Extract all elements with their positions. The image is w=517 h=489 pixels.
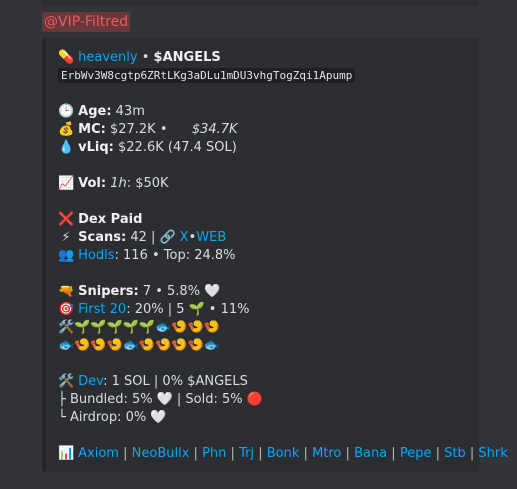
link-separator: |: [230, 446, 235, 461]
link-shrk[interactable]: Shrk: [478, 446, 507, 461]
token-embed: 💊 heavenly • $ANGELS ErbWv3W8cgtp6ZRtLKg…: [42, 38, 508, 472]
snipers-line: 🔫 Snipers: 7 • 5.8% 🤍: [58, 283, 471, 301]
age-label: Age:: [78, 104, 112, 119]
previous-embed-edge: [42, 0, 479, 6]
holder-emoji-row-2: 🐟🍤🍤🍤🐟🍤🍤🍤🍤🐟: [58, 337, 471, 355]
embed-content: 💊 heavenly • $ANGELS ErbWv3W8cgtp6ZRtLKg…: [58, 49, 508, 463]
hodls-line: 👥 Hodls: 116 • Top: 24.8%: [58, 247, 471, 265]
link-separator: |: [303, 446, 308, 461]
first20-link[interactable]: First 20: [78, 302, 126, 317]
mc-dot: •: [159, 122, 168, 137]
token-address[interactable]: ErbWv3W8cgtp6ZRtLKg3aDLu1mDU3vhgTogZqi1A…: [58, 68, 356, 83]
gun-icon: 🔫: [58, 284, 75, 299]
dev-value: : 1 SOL | 0% $ANGELS: [103, 374, 248, 389]
link-separator: |: [123, 446, 128, 461]
holder-emojis: 🛠️🌱🌱🌱🌱🌱🐟🍤🍤🍤: [58, 320, 220, 335]
first20-rest: • 11%: [208, 302, 250, 317]
bundled-text: ├ Bundled: 5%: [58, 392, 153, 407]
link-bonk[interactable]: Bonk: [267, 446, 300, 461]
link-separator: |: [345, 446, 350, 461]
cross-icon: ❌: [58, 212, 75, 227]
sold-text: | Sold: 5%: [176, 392, 243, 407]
people-icon: 👥: [58, 248, 75, 263]
liq-line: 💧 vLiq: $22.6K (47.4 SOL): [58, 139, 471, 157]
airdrop-text: └ Airdrop: 0%: [58, 410, 147, 425]
target-icon: 🎯: [58, 302, 75, 317]
role-mention[interactable]: @VIP-Filtred: [42, 12, 131, 32]
mc-value: $27.2K: [109, 122, 156, 137]
link-phn[interactable]: Phn: [202, 446, 226, 461]
link-stb[interactable]: Stb: [444, 446, 466, 461]
white-heart-icon: 🤍: [156, 392, 173, 407]
vol-value: : $50K: [126, 176, 169, 191]
lightning-icon: ⚡: [61, 230, 71, 245]
link-bana[interactable]: Bana: [354, 446, 387, 461]
liq-label: vLiq:: [78, 140, 114, 155]
link-pepe[interactable]: Pepe: [400, 446, 432, 461]
web-link[interactable]: WEB: [196, 230, 226, 245]
mc-label: MC:: [78, 122, 106, 137]
token-symbol: $ANGELS: [153, 50, 221, 65]
first20-value: : 20% | 5: [126, 302, 185, 317]
holder-emojis: 🐟🍤🍤🍤🐟🍤🍤🍤🍤🐟: [58, 338, 220, 353]
link-separator: |: [391, 446, 396, 461]
link-separator: |: [193, 446, 198, 461]
airdrop-line: └ Airdrop: 0% 🤍: [58, 409, 471, 427]
holder-emoji-row-1: 🛠️🌱🌱🌱🌱🌱🐟🍤🍤🍤: [58, 319, 471, 337]
vol-line: 📈 Vol: 1h: $50K: [58, 175, 471, 193]
link-separator: |: [469, 446, 475, 461]
link-mtro[interactable]: Mtro: [312, 446, 341, 461]
dev-link[interactable]: Dev: [78, 374, 103, 389]
scans-line: ⚡ Scans: 42 | 🔗 X•WEB: [58, 229, 471, 247]
money-bag-icon: 💰: [58, 122, 75, 137]
white-heart-icon: 🤍: [150, 410, 167, 425]
x-link[interactable]: X: [180, 230, 189, 245]
age-value: 43m: [115, 104, 145, 119]
droplet-icon: 💧: [58, 140, 75, 155]
link-neobullx[interactable]: NeoBullx: [132, 446, 190, 461]
token-header: 💊 heavenly • $ANGELS: [58, 49, 471, 67]
header-dot: •: [141, 50, 150, 65]
link-separator: |: [258, 446, 263, 461]
link-separator: |: [435, 446, 440, 461]
sprout-icon: 🌱: [188, 302, 205, 317]
scans-label: Scans:: [78, 230, 127, 245]
link-axiom[interactable]: Axiom: [78, 446, 119, 461]
clock-icon: 🕒: [58, 104, 75, 119]
bundled-line: ├ Bundled: 5% 🤍 | Sold: 5% 🔴: [58, 391, 471, 409]
link-icon: 🔗: [159, 230, 176, 245]
liq-value: $22.6K (47.4 SOL): [118, 140, 237, 155]
tools-icon: 🛠️: [58, 374, 75, 389]
vol-period: 1h: [110, 176, 127, 191]
dev-line: 🛠️ Dev: 1 SOL | 0% $ANGELS: [58, 373, 471, 391]
source-link[interactable]: heavenly: [78, 50, 137, 65]
first20-line: 🎯 First 20: 20% | 5 🌱 • 11%: [58, 301, 471, 319]
mc-line: 💰 MC: $27.2K • $34.7K: [58, 121, 471, 139]
red-circle-icon: 🔴: [246, 392, 263, 407]
address-line: ErbWv3W8cgtp6ZRtLKg3aDLu1mDU3vhgTogZqi1A…: [58, 67, 471, 85]
link-trj[interactable]: Trj: [239, 446, 254, 461]
mc-ath: $34.7K: [191, 122, 238, 137]
pill-icon: 💊: [58, 50, 75, 65]
hodls-link[interactable]: Hodls: [78, 248, 114, 263]
dex-label: Dex Paid: [78, 212, 143, 227]
bar-chart-icon: 📊: [58, 446, 75, 461]
dex-line: ❌ Dex Paid: [58, 211, 471, 229]
snipers-label: Snipers:: [78, 284, 139, 299]
hodls-value: : 116 • Top: 24.8%: [114, 248, 236, 263]
age-line: 🕒 Age: 43m: [58, 103, 471, 121]
white-heart-icon: 🤍: [204, 284, 221, 299]
scans-value: 42 |: [130, 230, 156, 245]
chart-up-icon: 📈: [58, 176, 75, 191]
trade-links-line: 📊 Axiom | NeoBullx | Phn | Trj | Bonk | …: [58, 445, 508, 463]
snipers-value: 7 • 5.8%: [142, 284, 201, 299]
vol-label: Vol:: [78, 176, 107, 191]
